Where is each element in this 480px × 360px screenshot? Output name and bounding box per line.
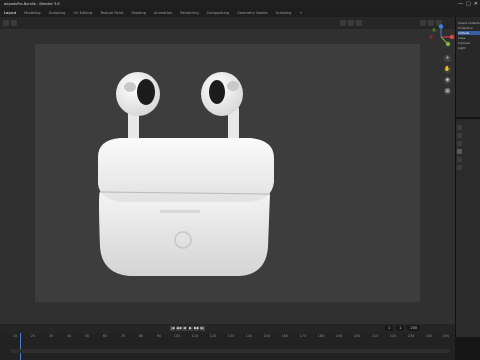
overlays-icon[interactable] bbox=[348, 20, 354, 26]
frame-tick: 230 bbox=[407, 334, 415, 338]
render-props-icon[interactable] bbox=[457, 133, 462, 138]
close-button[interactable]: ✕ bbox=[474, 1, 478, 7]
viewport-header bbox=[0, 17, 455, 29]
frame-tick: 240 bbox=[425, 334, 433, 338]
viewport-shading-icon[interactable] bbox=[340, 20, 346, 26]
camera-view-icon[interactable]: ◉ bbox=[444, 77, 451, 84]
frame-tick: 170 bbox=[299, 334, 307, 338]
frame-tick: 190 bbox=[335, 334, 343, 338]
frame-tick: 210 bbox=[371, 334, 379, 338]
frame-tick: 60 bbox=[102, 334, 108, 338]
maximize-button[interactable]: ▢ bbox=[466, 1, 471, 7]
minimize-button[interactable]: — bbox=[458, 1, 463, 7]
prev-keyframe-button[interactable]: ◀◀ bbox=[176, 326, 181, 331]
tool-props-icon[interactable] bbox=[457, 125, 462, 130]
frame-tick: 120 bbox=[209, 334, 217, 338]
start-frame-field[interactable]: 1 bbox=[396, 325, 405, 331]
tab-shading[interactable]: Shading bbox=[127, 11, 150, 15]
viewport-nav-tools: + ✋ ◉ ▦ bbox=[444, 55, 452, 95]
zoom-icon[interactable]: + bbox=[444, 55, 451, 62]
tab-sculpting[interactable]: Sculpting bbox=[45, 11, 70, 15]
frame-tick: 80 bbox=[138, 334, 144, 338]
jump-start-button[interactable]: |◀ bbox=[170, 326, 175, 331]
play-button[interactable]: ▶ bbox=[188, 326, 193, 331]
window-title: airpodsPro-Bundle - Blender 3.6 bbox=[4, 2, 60, 6]
modifier-props-icon[interactable] bbox=[457, 157, 462, 162]
material-props-icon[interactable] bbox=[457, 165, 462, 170]
tab-texture-paint[interactable]: Texture Paint bbox=[96, 11, 127, 15]
frame-tick: 250 bbox=[442, 334, 450, 338]
charging-case bbox=[98, 138, 274, 276]
playback-controls: |◀ ◀◀ ◀ ▶ ▶▶ ▶| bbox=[170, 326, 205, 332]
tab-compositing[interactable]: Compositing bbox=[203, 11, 234, 15]
pan-icon[interactable]: ✋ bbox=[444, 66, 451, 73]
tab-animation[interactable]: Animation bbox=[150, 11, 176, 15]
tab-rendering[interactable]: Rendering bbox=[176, 11, 202, 15]
frame-tick: 90 bbox=[156, 334, 162, 338]
outliner-row[interactable]: Scene Collection bbox=[458, 21, 480, 25]
outliner-row[interactable]: Case bbox=[458, 36, 480, 40]
frame-range: 1 1 250 bbox=[385, 325, 421, 331]
current-frame-field[interactable]: 1 bbox=[385, 325, 394, 331]
frame-tick: 200 bbox=[353, 334, 361, 338]
gizmo-toggle-icon[interactable] bbox=[356, 20, 362, 26]
frame-tick: 160 bbox=[281, 334, 289, 338]
object-props-icon[interactable] bbox=[457, 149, 462, 154]
window-controls: — ▢ ✕ bbox=[458, 0, 478, 8]
ortho-toggle-icon[interactable]: ▦ bbox=[444, 88, 451, 95]
airpods-render bbox=[98, 72, 274, 276]
frame-tick: 140 bbox=[245, 334, 253, 338]
outliner-panel: Scene Collection Collection AirPods Case… bbox=[455, 17, 480, 117]
next-keyframe-button[interactable]: ▶▶ bbox=[194, 326, 199, 331]
mode-select-icon[interactable] bbox=[11, 20, 17, 26]
solid-shading-icon[interactable] bbox=[420, 20, 426, 26]
tab-scripting[interactable]: Scripting bbox=[271, 11, 295, 15]
frame-ruler: 10 20 30 40 50 60 70 80 90 100 110 120 1… bbox=[0, 333, 455, 341]
frame-tick: 150 bbox=[263, 334, 271, 338]
frame-tick: 30 bbox=[48, 334, 54, 338]
navigation-gizmo[interactable] bbox=[428, 24, 454, 50]
editor-type-icon[interactable] bbox=[3, 20, 9, 26]
frame-tick: 130 bbox=[227, 334, 235, 338]
frame-tick: 10 bbox=[12, 334, 18, 338]
frame-tick: 50 bbox=[84, 334, 90, 338]
timeline-scrollbar[interactable] bbox=[10, 349, 450, 353]
right-earbud bbox=[201, 72, 243, 144]
frame-tick: 180 bbox=[317, 334, 325, 338]
jump-end-button[interactable]: ▶| bbox=[200, 326, 205, 331]
tab-geometry-nodes[interactable]: Geometry Nodes bbox=[233, 11, 271, 15]
tab-modeling[interactable]: Modeling bbox=[20, 11, 44, 15]
current-frame-indicator[interactable] bbox=[20, 333, 21, 360]
properties-panel bbox=[455, 118, 480, 337]
tab-uv-editing[interactable]: UV Editing bbox=[69, 11, 96, 15]
end-frame-field[interactable]: 250 bbox=[407, 325, 421, 331]
left-earbud bbox=[116, 72, 160, 144]
frame-tick: 70 bbox=[120, 334, 126, 338]
frame-tick: 20 bbox=[30, 334, 36, 338]
outliner-row[interactable]: AirPods bbox=[458, 31, 480, 35]
outliner-row[interactable]: Camera bbox=[458, 41, 480, 45]
frame-tick: 220 bbox=[389, 334, 397, 338]
outliner-row[interactable]: Collection bbox=[458, 26, 480, 30]
output-props-icon[interactable] bbox=[457, 141, 462, 146]
outliner-row[interactable]: Light bbox=[458, 46, 480, 50]
workspace-tabs: Layout Modeling Sculpting UV Editing Tex… bbox=[0, 8, 480, 17]
frame-tick: 110 bbox=[191, 334, 199, 338]
window-titlebar: airpodsPro-Bundle - Blender 3.6 bbox=[0, 0, 480, 8]
play-reverse-button[interactable]: ◀ bbox=[182, 326, 187, 331]
tab-layout[interactable]: Layout bbox=[0, 11, 20, 15]
frame-tick: 100 bbox=[173, 334, 181, 338]
add-workspace-button[interactable]: + bbox=[295, 11, 306, 15]
frame-tick: 40 bbox=[66, 334, 72, 338]
